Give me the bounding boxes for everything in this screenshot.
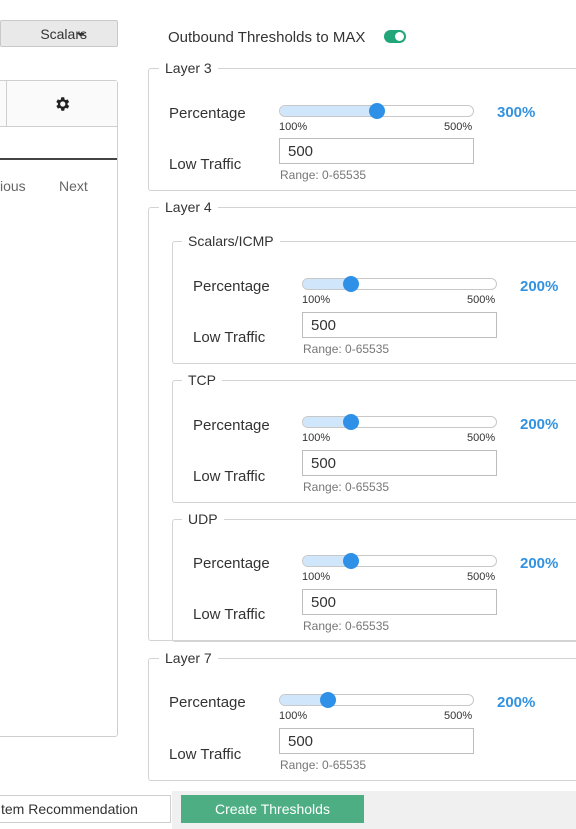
- slider-thumb[interactable]: [342, 553, 359, 569]
- scalars-icmp-low-traffic-input[interactable]: 500: [302, 312, 497, 338]
- tcp-percentage-value: 200%: [520, 416, 559, 433]
- layer3-min-label: 100%: [279, 121, 308, 133]
- slider-thumb[interactable]: [319, 692, 336, 708]
- scalars-icmp-max-label: 500%: [467, 294, 496, 306]
- tcp-low-traffic-label: Low Traffic: [193, 468, 266, 485]
- table-toolbar: [0, 81, 117, 127]
- udp-percentage-slider[interactable]: [302, 553, 497, 569]
- tcp-min-label: 100%: [302, 432, 331, 444]
- toolbar-divider: [6, 81, 7, 127]
- udp-low-traffic-label: Low Traffic: [193, 606, 266, 623]
- slider-track: [302, 555, 497, 567]
- slider-fill: [280, 106, 377, 116]
- layer7-percentage-label: Percentage: [169, 694, 246, 711]
- layer7-min-label: 100%: [279, 710, 308, 722]
- scalars-icmp-legend: Scalars/ICMP: [182, 233, 280, 249]
- pager-next-link[interactable]: Next: [59, 178, 88, 194]
- tcp-max-label: 500%: [467, 432, 496, 444]
- caret-down-icon: [77, 33, 85, 37]
- scalars-dropdown-button[interactable]: Scalars: [0, 20, 118, 47]
- udp-min-label: 100%: [302, 571, 331, 583]
- layer7-percentage-value: 200%: [497, 694, 536, 711]
- system-recommendation-button[interactable]: tem Recommendation: [0, 795, 171, 823]
- slider-thumb[interactable]: [342, 414, 359, 430]
- slider-track: [302, 416, 497, 428]
- slider-thumb[interactable]: [368, 103, 385, 119]
- gear-icon[interactable]: [53, 95, 71, 113]
- table-header-divider: [0, 158, 117, 160]
- create-thresholds-button[interactable]: Create Thresholds: [181, 795, 364, 823]
- layer7-max-label: 500%: [444, 710, 473, 722]
- layer3-range-hint: Range: 0-65535: [280, 168, 367, 182]
- udp-range-hint: Range: 0-65535: [303, 619, 390, 633]
- slider-track: [302, 278, 497, 290]
- slider-track: [279, 694, 474, 706]
- layer3-legend: Layer 3: [159, 60, 218, 76]
- layer3-low-traffic-input[interactable]: 500: [279, 138, 474, 164]
- layer4-legend: Layer 4: [159, 199, 218, 215]
- outbound-max-toggle[interactable]: [384, 30, 406, 43]
- tcp-low-traffic-input[interactable]: 500: [302, 450, 497, 476]
- layer3-percentage-slider[interactable]: [279, 103, 474, 119]
- udp-percentage-value: 200%: [520, 555, 559, 572]
- outbound-thresholds-label: Outbound Thresholds to MAX: [168, 29, 366, 46]
- scalars-icmp-percentage-slider[interactable]: [302, 276, 497, 292]
- udp-percentage-label: Percentage: [193, 555, 270, 572]
- udp-max-label: 500%: [467, 571, 496, 583]
- layer3-low-traffic-label: Low Traffic: [169, 156, 242, 173]
- layer3-max-label: 500%: [444, 121, 473, 133]
- layer7-low-traffic-label: Low Traffic: [169, 746, 242, 763]
- scalars-icmp-range-hint: Range: 0-65535: [303, 342, 390, 356]
- pager-previous-link[interactable]: ious: [0, 178, 26, 194]
- layer3-percentage-label: Percentage: [169, 105, 246, 122]
- layer7-low-traffic-input[interactable]: 500: [279, 728, 474, 754]
- udp-low-traffic-input[interactable]: 500: [302, 589, 497, 615]
- tcp-percentage-label: Percentage: [193, 417, 270, 434]
- slider-thumb[interactable]: [342, 276, 359, 292]
- tcp-range-hint: Range: 0-65535: [303, 480, 390, 494]
- scalars-icmp-min-label: 100%: [302, 294, 331, 306]
- scalars-icmp-percentage-label: Percentage: [193, 278, 270, 295]
- udp-legend: UDP: [182, 511, 224, 527]
- layer7-percentage-slider[interactable]: [279, 692, 474, 708]
- layer7-range-hint: Range: 0-65535: [280, 758, 367, 772]
- scalars-icmp-percentage-value: 200%: [520, 278, 559, 295]
- toggle-knob: [395, 32, 404, 41]
- tcp-legend: TCP: [182, 372, 222, 388]
- tcp-percentage-slider[interactable]: [302, 414, 497, 430]
- scalars-icmp-low-traffic-label: Low Traffic: [193, 329, 266, 346]
- layer7-legend: Layer 7: [159, 650, 218, 666]
- layer3-percentage-value: 300%: [497, 104, 536, 121]
